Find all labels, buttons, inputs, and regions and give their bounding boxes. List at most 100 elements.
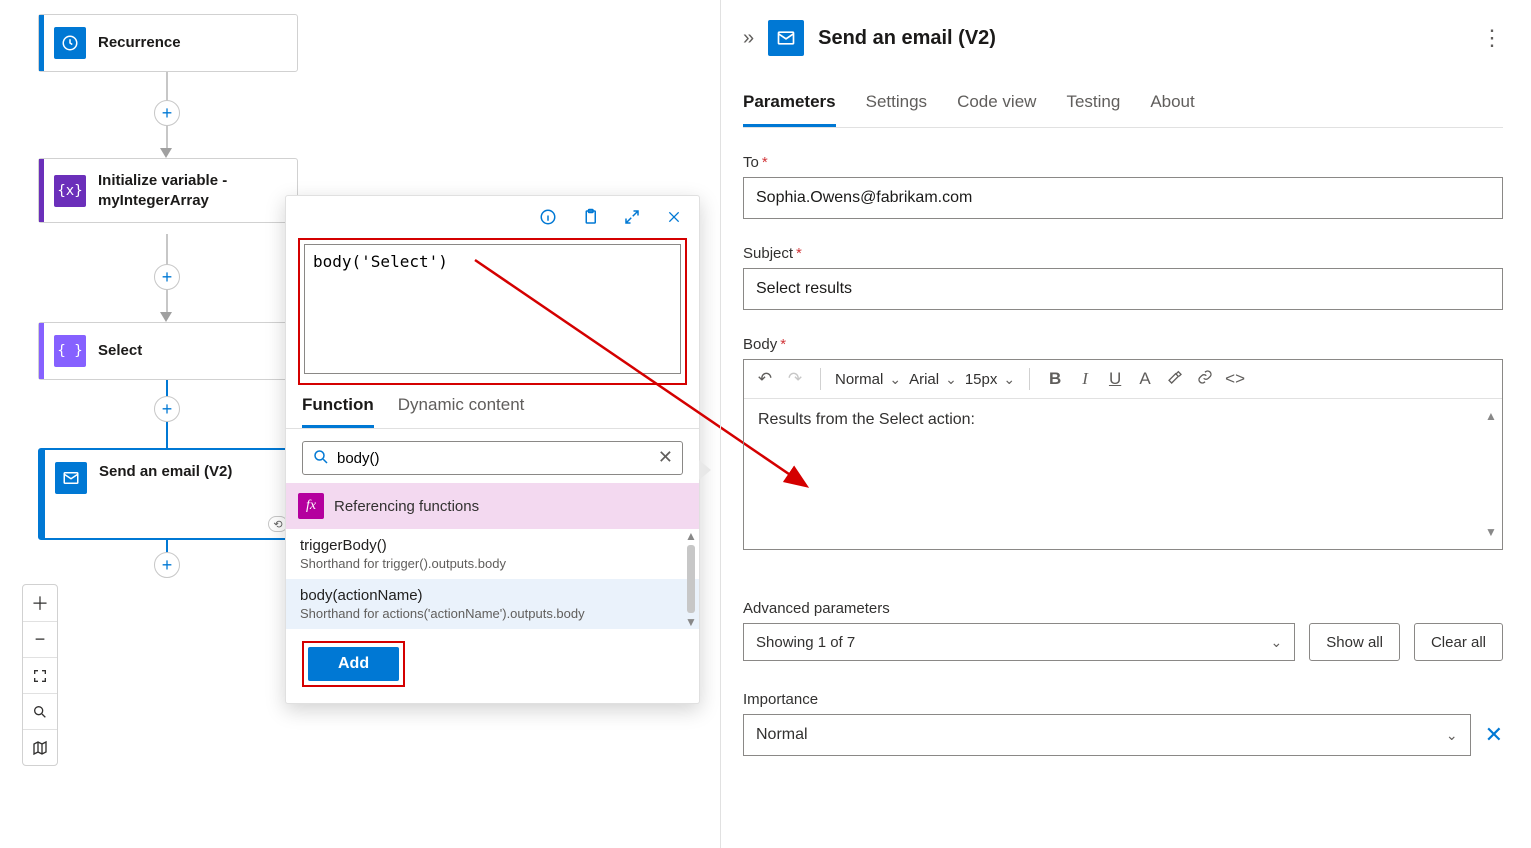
panel-header: » Send an email (V2) ⋮: [743, 0, 1503, 64]
function-item-triggerbody[interactable]: triggerBody() Shorthand for trigger().ou…: [286, 529, 699, 579]
rich-text-editor: ↶ ↷ Normal ⌄ Arial⌄ 15px ⌄ B I U A: [743, 359, 1503, 550]
fx-icon: fx: [298, 493, 324, 519]
subject-input[interactable]: [743, 268, 1503, 310]
flow-node-send-email[interactable]: Send an email (V2): [38, 448, 298, 540]
flow-node-init-variable[interactable]: {x} Initialize variable - myIntegerArray: [38, 158, 298, 223]
font-select[interactable]: Arial⌄: [909, 371, 957, 388]
required-marker: *: [796, 245, 802, 262]
function-name: body(actionName): [300, 587, 685, 604]
style-select[interactable]: Normal ⌄: [835, 371, 901, 388]
code-view-icon[interactable]: <>: [1224, 369, 1246, 389]
tab-function[interactable]: Function: [302, 395, 374, 428]
toolbar-separator: [820, 368, 821, 390]
popup-toolbar: [286, 196, 699, 234]
info-icon[interactable]: [537, 206, 559, 228]
add-step-button[interactable]: +: [154, 264, 180, 290]
toolbar-separator: [1029, 368, 1030, 390]
scroll-down-icon[interactable]: ▼: [685, 615, 697, 629]
clear-icon[interactable]: ✕: [658, 447, 673, 468]
function-category-header[interactable]: fx Referencing functions: [286, 483, 699, 529]
outlook-icon: [55, 462, 87, 494]
expand-icon[interactable]: [621, 206, 643, 228]
search-button[interactable]: [23, 693, 57, 729]
tab-codeview[interactable]: Code view: [957, 92, 1036, 127]
node-accent: [40, 450, 45, 538]
to-input[interactable]: [743, 177, 1503, 219]
scroll-up-icon[interactable]: ▲: [1485, 409, 1497, 423]
panel-menu-button[interactable]: ⋮: [1481, 25, 1503, 51]
add-step-button[interactable]: +: [154, 100, 180, 126]
add-button[interactable]: Add: [308, 647, 399, 681]
canvas-toolstrip: ＋ −: [22, 584, 58, 766]
clock-icon: [54, 27, 86, 59]
add-step-button[interactable]: +: [154, 396, 180, 422]
field-importance: Importance Normal ⌄ ✕: [743, 691, 1503, 756]
minimap-button[interactable]: [23, 729, 57, 765]
tab-dynamic-content[interactable]: Dynamic content: [398, 395, 525, 428]
scroll-thumb[interactable]: [687, 545, 695, 613]
redo-icon: ↷: [784, 369, 806, 389]
clear-all-button[interactable]: Clear all: [1414, 623, 1503, 661]
field-subject: Subject*: [743, 245, 1503, 310]
flow-node-recurrence[interactable]: Recurrence: [38, 14, 298, 72]
advanced-select[interactable]: Showing 1 of 7 ⌄: [743, 623, 1295, 661]
flow-node-select[interactable]: { } Select: [38, 322, 298, 380]
tab-testing[interactable]: Testing: [1066, 92, 1120, 127]
expression-input-highlight: body('Select'): [298, 238, 687, 385]
popup-footer: Add: [286, 629, 699, 703]
field-body: Body* ↶ ↷ Normal⌄ Arial⌄ 15px⌄ B I U A: [743, 336, 1503, 550]
function-search: ✕: [302, 441, 683, 475]
style-select-label: Normal: [835, 371, 883, 388]
node-label: Recurrence: [98, 21, 191, 65]
scroll-up-icon[interactable]: ▲: [685, 529, 697, 543]
required-marker: *: [780, 336, 786, 353]
panel-title: Send an email (V2): [818, 27, 996, 50]
function-list-scrollbar[interactable]: ▲ ▼: [685, 529, 697, 629]
chevron-down-icon: ⌄: [1003, 371, 1015, 388]
show-all-button[interactable]: Show all: [1309, 623, 1400, 661]
size-select-label: 15px: [965, 371, 998, 388]
add-button-highlight: Add: [302, 641, 405, 687]
tab-about[interactable]: About: [1150, 92, 1194, 127]
function-description: Shorthand for trigger().outputs.body: [300, 556, 685, 571]
collapse-panel-button[interactable]: »: [743, 27, 754, 50]
advanced-parameters-section: Advanced parameters Showing 1 of 7 ⌄ Sho…: [743, 600, 1503, 661]
bold-icon[interactable]: B: [1044, 369, 1066, 389]
underline-icon[interactable]: U: [1104, 369, 1126, 389]
scroll-down-icon[interactable]: ▼: [1485, 525, 1497, 539]
tab-parameters[interactable]: Parameters: [743, 92, 836, 127]
paste-icon[interactable]: [579, 206, 601, 228]
function-category-label: Referencing functions: [334, 498, 479, 515]
node-label: Send an email (V2): [99, 450, 242, 494]
rte-scrollbar[interactable]: ▲ ▼: [1484, 409, 1498, 539]
undo-icon[interactable]: ↶: [754, 369, 776, 389]
importance-value: Normal: [756, 726, 808, 744]
font-color-icon[interactable]: A: [1134, 369, 1156, 389]
zoom-out-button[interactable]: −: [23, 621, 57, 657]
importance-select[interactable]: Normal ⌄: [743, 714, 1471, 756]
rte-body[interactable]: Results from the Select action: ▲ ▼: [744, 399, 1502, 549]
popup-caret-icon: [699, 460, 711, 480]
arrow-down-icon: [160, 148, 172, 158]
rte-toolbar: ↶ ↷ Normal ⌄ Arial⌄ 15px ⌄ B I U A: [744, 360, 1502, 399]
italic-icon[interactable]: I: [1074, 369, 1096, 389]
highlight-icon[interactable]: [1164, 369, 1186, 390]
add-step-button[interactable]: +: [154, 552, 180, 578]
tab-settings[interactable]: Settings: [866, 92, 927, 127]
expression-input[interactable]: body('Select'): [304, 244, 681, 374]
zoom-in-button[interactable]: ＋: [23, 585, 57, 621]
node-label: Initialize variable - myIntegerArray: [98, 159, 278, 222]
fit-screen-button[interactable]: [23, 657, 57, 693]
close-icon[interactable]: [663, 206, 685, 228]
size-select[interactable]: 15px ⌄: [965, 371, 1015, 388]
function-name: triggerBody(): [300, 537, 685, 554]
function-item-body[interactable]: body(actionName) Shorthand for actions('…: [286, 579, 699, 629]
remove-parameter-button[interactable]: ✕: [1485, 722, 1503, 748]
required-marker: *: [762, 154, 768, 171]
function-list: triggerBody() Shorthand for trigger().ou…: [286, 529, 699, 629]
expression-popup: body('Select') Function Dynamic content …: [285, 195, 700, 704]
node-label: Select: [98, 329, 152, 373]
chevron-down-icon: ⌄: [889, 371, 901, 388]
function-search-input[interactable]: [302, 441, 683, 475]
link-icon[interactable]: [1194, 369, 1216, 390]
